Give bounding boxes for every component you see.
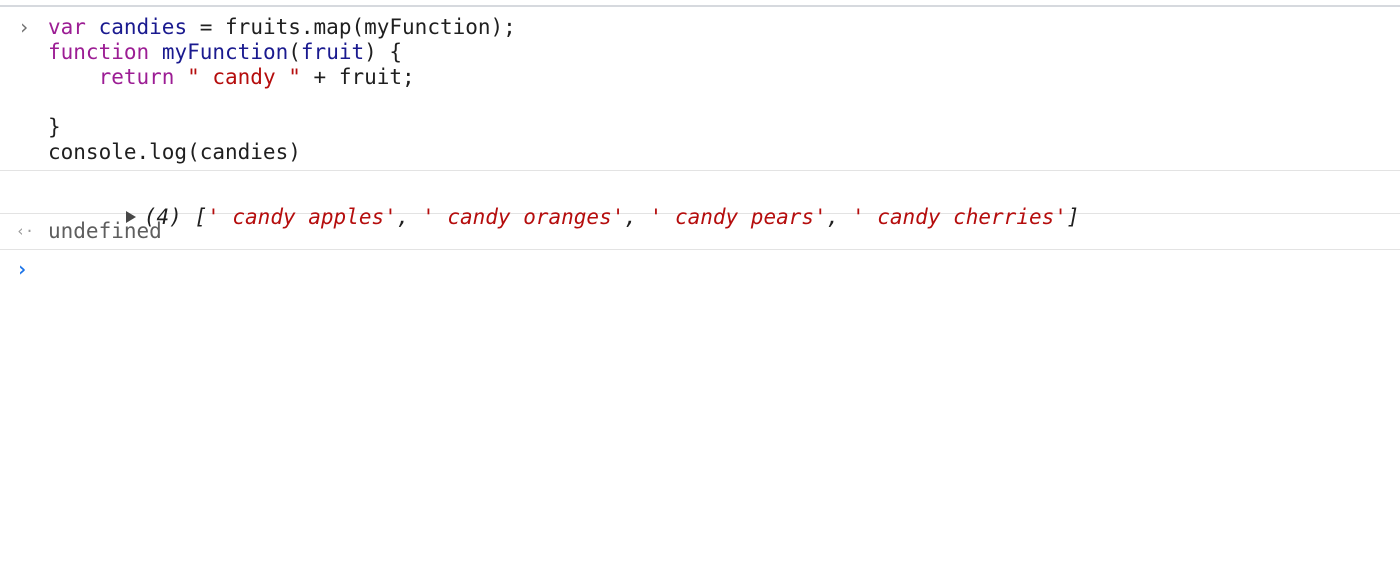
code-token: + fruit; — [300, 65, 415, 89]
code-token: ( — [288, 40, 301, 64]
code-line: var candies = fruits.map(myFunction); — [48, 15, 1400, 40]
console-input-entry: › var candies = fruits.map(myFunction); f… — [0, 7, 1400, 171]
code-input-block[interactable]: var candies = fruits.map(myFunction); fun… — [48, 7, 1400, 169]
code-token: " candy " — [187, 65, 301, 89]
code-token: } — [48, 115, 61, 139]
code-token: fruit — [300, 40, 365, 64]
code-line: console.log(candies) — [48, 140, 1400, 165]
code-token: = fruits.map(myFunction); — [187, 15, 516, 39]
code-token: console.log(candies) — [48, 140, 301, 164]
console-input-field[interactable] — [48, 257, 1378, 282]
console-log-entry: (4) [' candy apples', ' candy oranges', … — [0, 171, 1400, 229]
return-arrow-icon: ‹· — [16, 222, 35, 240]
code-line: return " candy " + fruit; — [48, 65, 1400, 90]
code-line: } — [48, 115, 1400, 140]
devtools-console: › var candies = fruits.map(myFunction); f… — [0, 7, 1400, 290]
result-value: undefined — [48, 219, 162, 243]
prompt-chevron-icon: › — [16, 257, 29, 281]
code-token: myFunction — [161, 40, 289, 64]
code-token: ) { — [364, 40, 403, 64]
code-token: candies — [98, 15, 188, 39]
code-token: return — [98, 65, 175, 89]
console-prompt: › — [0, 250, 1400, 290]
code-token: function — [48, 40, 150, 64]
console-result-entry: ‹· undefined — [0, 214, 1400, 250]
console-top-border — [0, 0, 1400, 7]
chevron-right-icon: › — [17, 15, 31, 39]
code-line: function myFunction(fruit) { — [48, 40, 1400, 65]
code-token: var — [48, 15, 86, 39]
